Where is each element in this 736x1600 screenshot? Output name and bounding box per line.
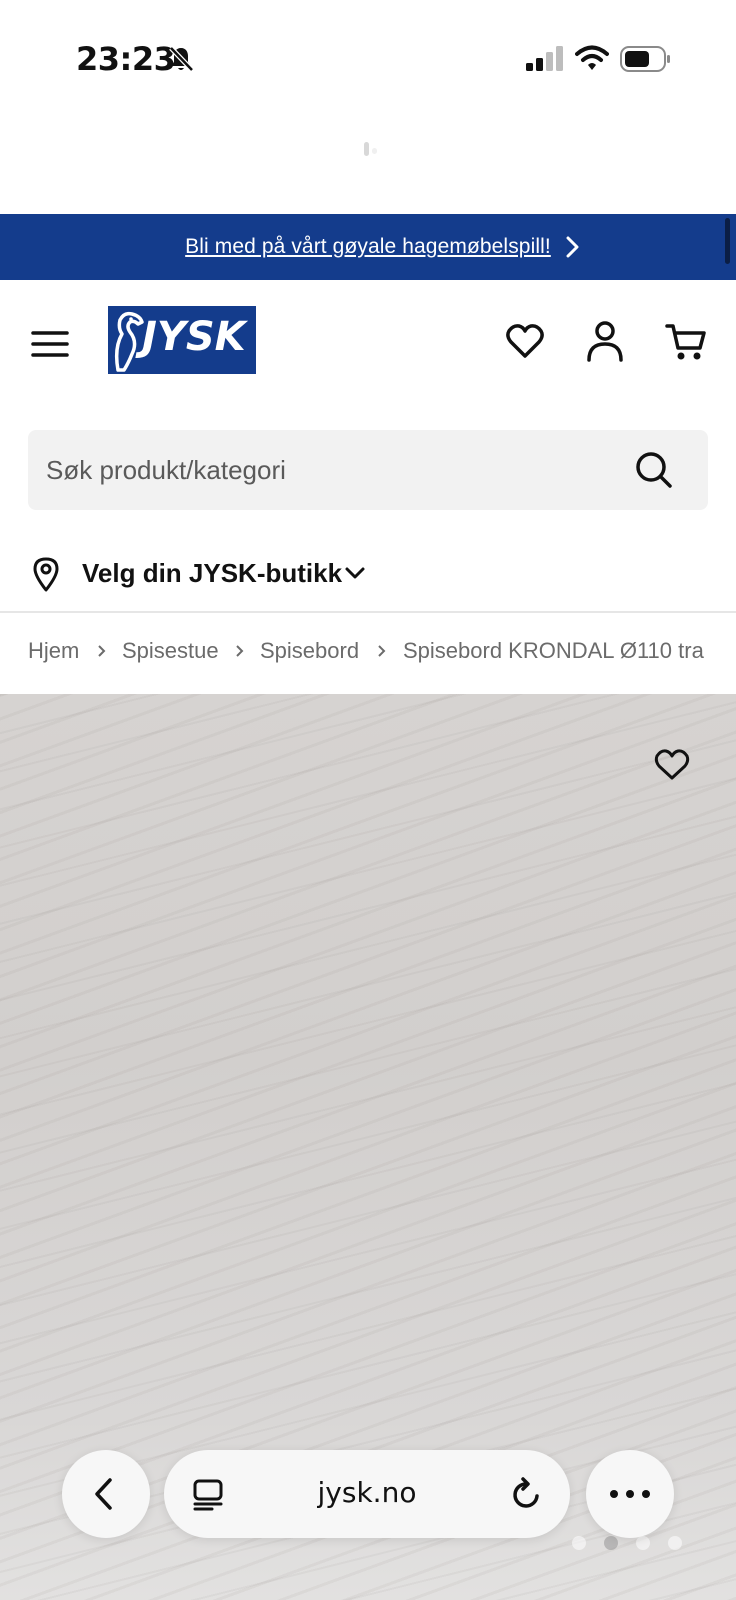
- location-pin-icon: [33, 557, 59, 592]
- browser-address-bar[interactable]: jysk.no: [164, 1450, 570, 1538]
- search-icon[interactable]: [632, 448, 676, 492]
- carousel-dot[interactable]: [572, 1536, 586, 1550]
- cart-icon[interactable]: [665, 322, 707, 362]
- store-picker-label: Velg din JYSK-butikk: [82, 558, 343, 588]
- loading-spinner-icon: [364, 142, 377, 156]
- search-input[interactable]: [46, 430, 626, 510]
- heart-icon[interactable]: [654, 748, 690, 782]
- chevron-left-icon: [95, 1478, 112, 1510]
- bird-logo-icon: [114, 311, 144, 372]
- menu-icon[interactable]: [30, 328, 70, 360]
- chevron-right-icon: [236, 645, 244, 657]
- promo-link[interactable]: Bli med på vårt gøyale hagemøbelspill!: [185, 235, 551, 259]
- breadcrumb-item-spisestue[interactable]: Spisestue: [122, 638, 219, 664]
- promo-banner[interactable]: Bli med på vårt gøyale hagemøbelspill!: [0, 214, 736, 280]
- chevron-right-icon: [378, 645, 386, 657]
- battery-icon: [620, 46, 670, 72]
- chevron-right-icon: [566, 236, 579, 258]
- status-time: 23:23: [76, 40, 176, 78]
- divider: [0, 611, 736, 613]
- status-bar: 23:23: [0, 0, 736, 120]
- site-header: JYSK: [0, 280, 736, 410]
- user-icon[interactable]: [586, 320, 624, 362]
- cellular-signal-icon: [526, 46, 563, 71]
- carousel-dot[interactable]: [668, 1536, 682, 1550]
- chevron-right-icon: [98, 645, 106, 657]
- browser-back-button[interactable]: [62, 1450, 150, 1538]
- heart-icon[interactable]: [505, 322, 545, 360]
- jysk-logo[interactable]: JYSK: [108, 306, 256, 374]
- more-horizontal-icon: [610, 1490, 650, 1498]
- search-bar: [28, 430, 708, 510]
- carousel-dot[interactable]: [636, 1536, 650, 1550]
- reload-icon[interactable]: [510, 1476, 544, 1512]
- breadcrumb-item-hjem[interactable]: Hjem: [28, 638, 79, 664]
- logo-text: JYSK: [142, 314, 246, 360]
- scrollbar: [725, 218, 730, 264]
- breadcrumb-item-current: Spisebord KRONDAL Ø110 tra: [403, 638, 704, 663]
- store-picker[interactable]: Velg din JYSK-butikk: [28, 550, 448, 598]
- breadcrumb: Hjem Spisestue Spisebord Spisebord KROND…: [28, 636, 736, 670]
- carousel-dot-active[interactable]: [604, 1536, 618, 1550]
- chevron-down-icon: [345, 567, 365, 579]
- browser-more-button[interactable]: [586, 1450, 674, 1538]
- breadcrumb-item-spisebord[interactable]: Spisebord: [260, 638, 359, 664]
- bell-slash-icon: [169, 46, 194, 72]
- wifi-icon: [575, 45, 609, 70]
